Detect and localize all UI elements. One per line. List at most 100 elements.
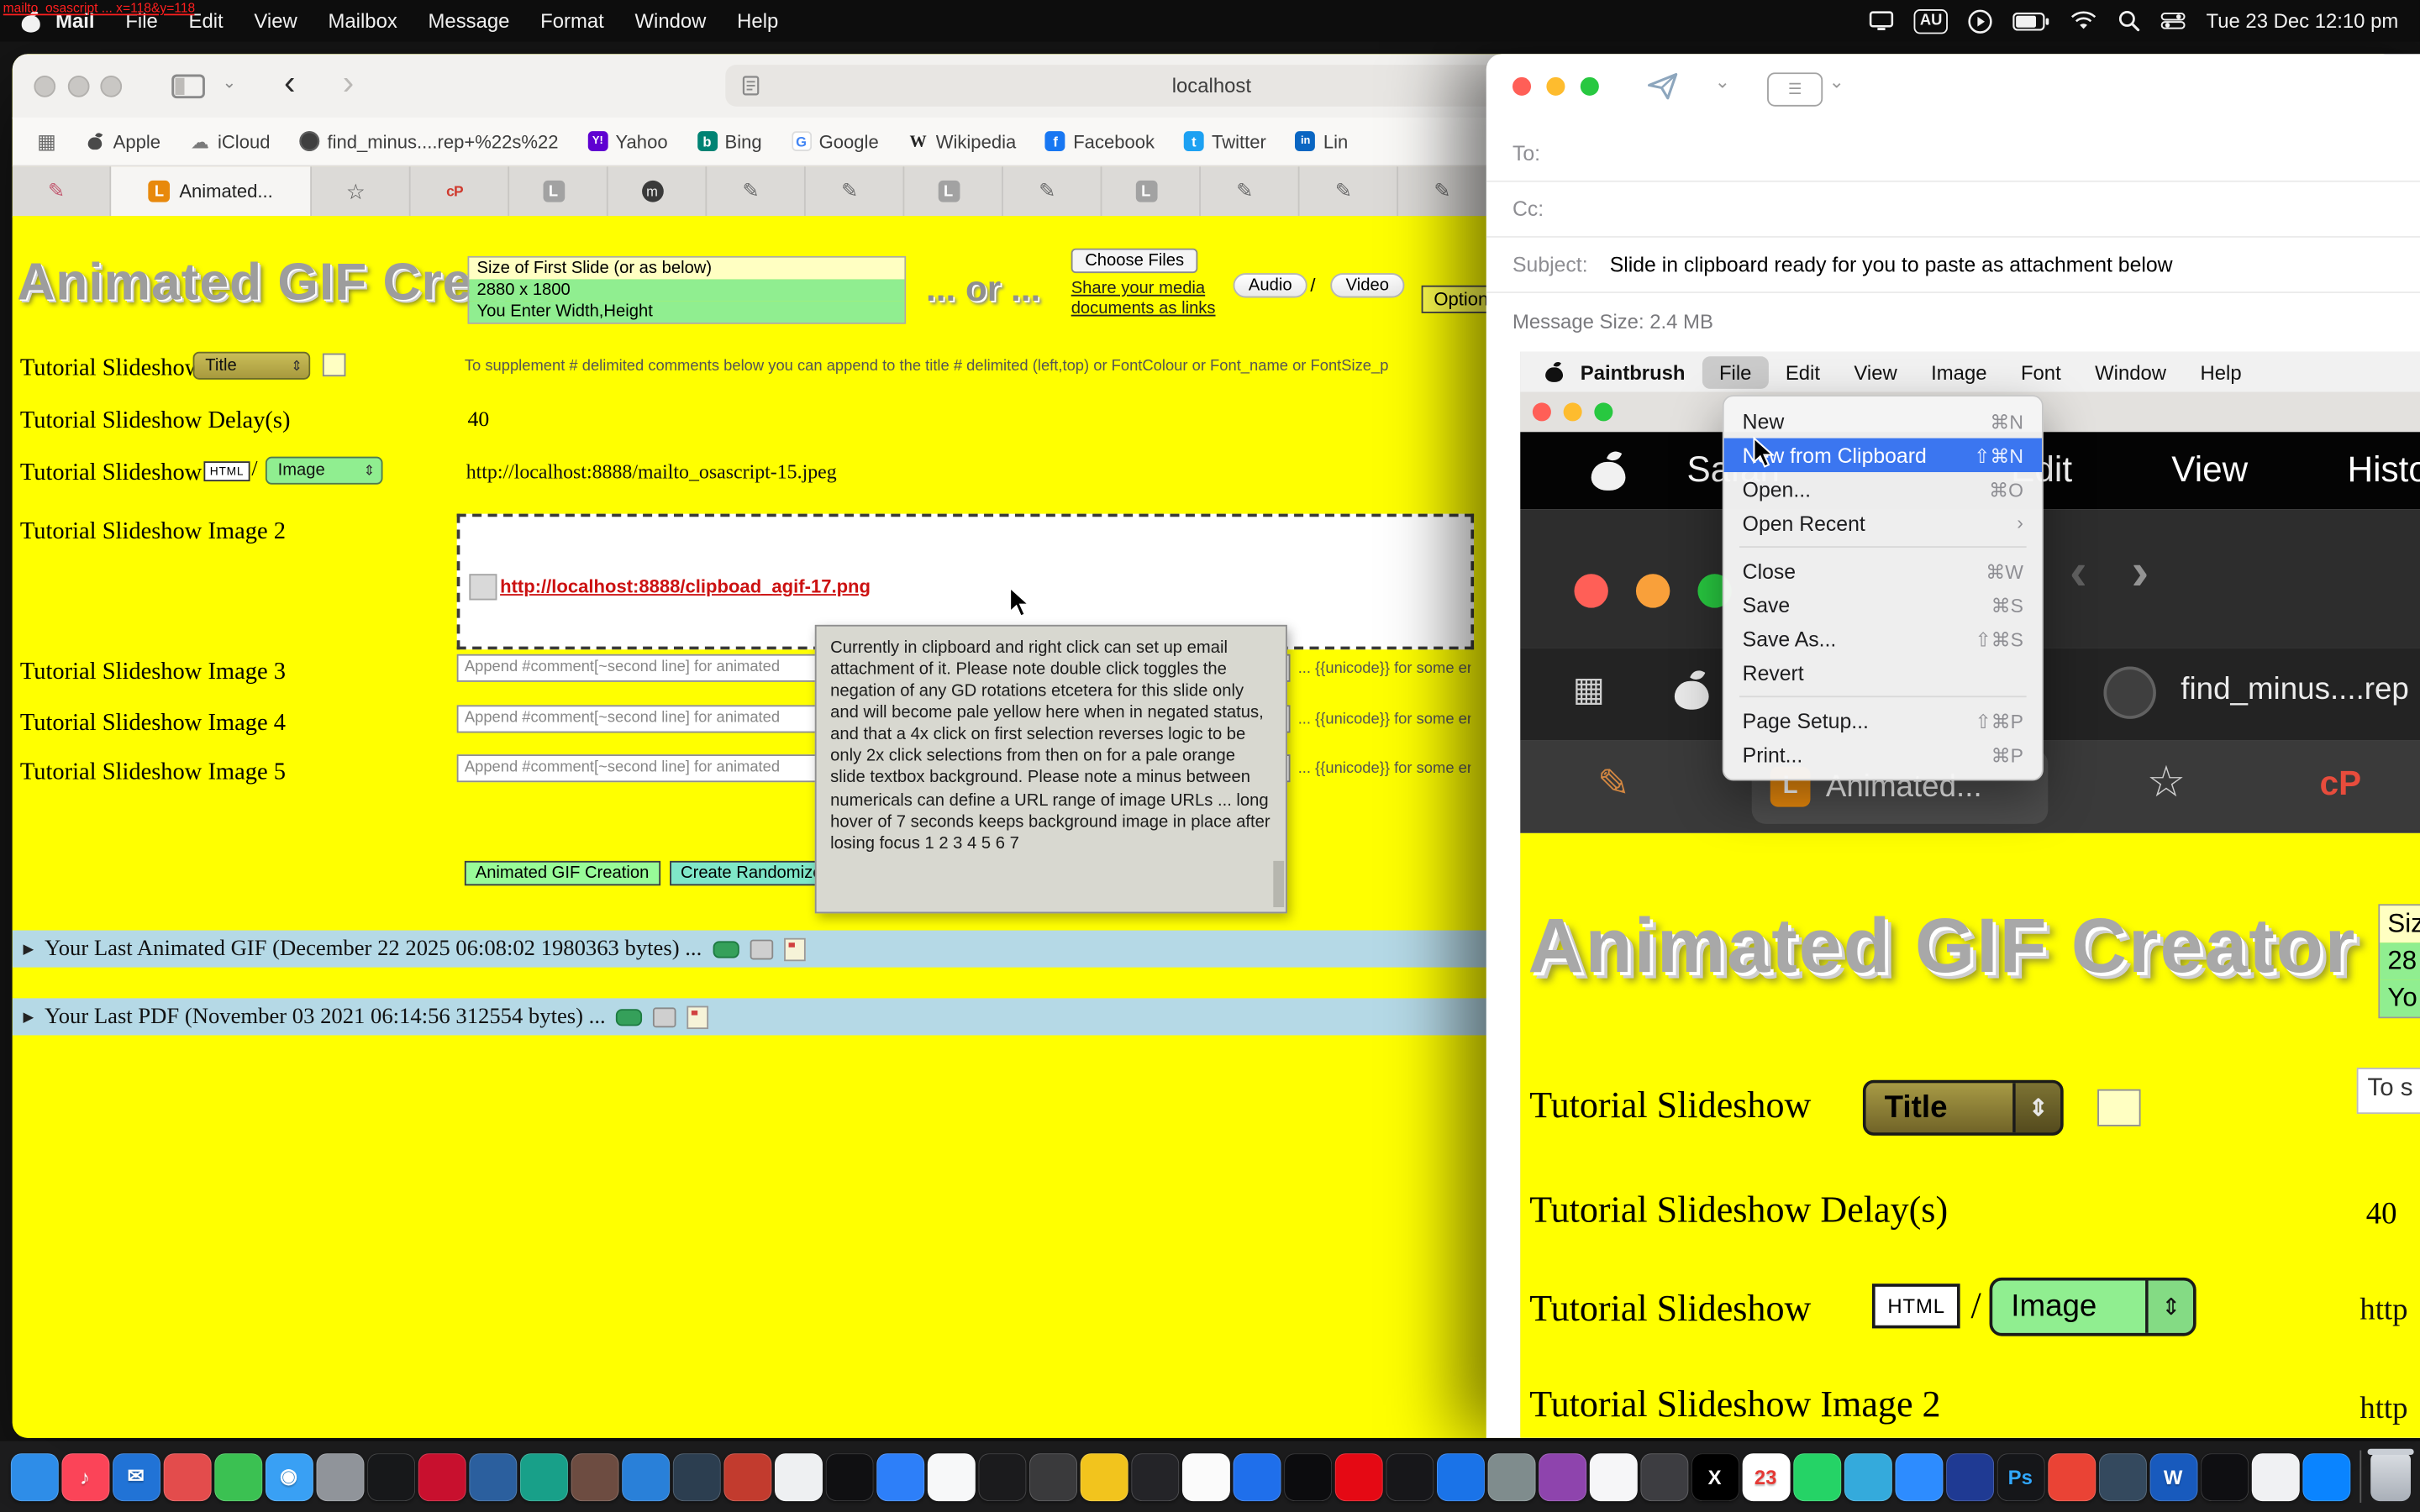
dock-icon[interactable]: X [1691,1452,1739,1500]
bookmark-item[interactable]: iCloud [190,130,271,152]
play-status-icon[interactable] [1969,8,1993,33]
dock-icon[interactable]: W [2149,1452,2197,1500]
bookmark-item[interactable]: Facebook [1045,130,1155,152]
dock-icon[interactable] [1436,1452,1484,1500]
dock-icon[interactable] [1334,1452,1382,1500]
dock-icon[interactable] [571,1452,618,1500]
menu-item[interactable]: View [239,9,313,33]
browser-tab[interactable] [1201,166,1300,216]
choose-files-button[interactable]: Choose Files [1071,249,1198,273]
dock-icon[interactable] [1792,1452,1840,1500]
browser-tab[interactable] [509,166,608,216]
format-chevron-icon[interactable]: ⌄ [1829,71,1844,92]
dock-icon[interactable] [825,1452,873,1500]
title-select[interactable]: Title ⇕ [193,352,311,380]
dock-icon[interactable]: 23 [1742,1452,1790,1500]
dock-icon[interactable] [316,1452,364,1500]
create-randomize-button[interactable]: Create Randomize [670,861,833,885]
minimize-button[interactable] [68,76,90,97]
color-swatch[interactable] [323,354,346,377]
size-hint[interactable]: You Enter Width,Height [469,301,904,323]
cc-field[interactable] [1564,194,2420,225]
status-pill-icon[interactable] [713,940,739,957]
browser-tab[interactable] [904,166,1003,216]
dock-icon[interactable] [2302,1452,2349,1500]
dock-icon[interactable] [1538,1452,1586,1500]
bookmark-item[interactable]: Lin [1296,130,1348,152]
size-value[interactable]: 2880 x 1800 [469,279,904,301]
dock-icon[interactable] [1028,1452,1076,1500]
menu-item[interactable]: Message [413,9,525,33]
browser-tab[interactable] [1003,166,1102,216]
dock-icon[interactable] [468,1452,516,1500]
dock-icon[interactable] [2200,1452,2248,1500]
dock-icon[interactable] [978,1452,1026,1500]
zoom-button[interactable] [100,76,122,97]
format-pane-button[interactable]: ☰ [1767,72,1823,106]
dock-icon[interactable] [2047,1452,2095,1500]
animated-gif-creation-button[interactable]: Animated GIF Creation [465,861,660,885]
search-icon[interactable] [2118,9,2142,33]
camera-icon[interactable] [654,1006,677,1026]
bookmark-item[interactable]: Google [792,130,879,152]
trash-icon[interactable] [2370,1452,2410,1500]
html-button[interactable]: HTML [203,461,250,481]
send-chevron-icon[interactable]: ⌄ [1715,71,1730,92]
dock-icon[interactable] [774,1452,822,1500]
dock-icon[interactable] [2251,1452,2299,1500]
dock-icon[interactable] [621,1452,669,1500]
browser-tab[interactable] [1300,166,1399,216]
dock-icon[interactable] [10,1452,58,1500]
dock-icon[interactable] [1233,1452,1281,1500]
dock-icon[interactable] [163,1452,211,1500]
bookmark-item[interactable]: Yahoo [587,130,667,152]
dock-icon[interactable] [1181,1452,1229,1500]
dock-icon[interactable] [1385,1452,1433,1500]
bookmarks-grid-icon[interactable]: ▦ [37,129,56,153]
attachment-image[interactable]: PaintbrushFileEditViewImageFontWindowHel… [1520,352,2420,1438]
display-status-icon[interactable] [1869,11,1893,31]
back-button[interactable]: ‹ [284,63,295,103]
browser-tab[interactable] [312,166,411,216]
close-button[interactable] [1512,77,1531,96]
bookmark-item[interactable]: Bing [697,130,761,152]
video-button[interactable]: Video [1330,273,1404,297]
menu-item[interactable]: Window [619,9,722,33]
menubar-clock[interactable]: Tue 23 Dec 12:10 pm [2207,9,2399,33]
sidebar-chevron-icon[interactable]: ⌄ [222,72,236,92]
dock-icon[interactable] [1895,1452,1943,1500]
audio-button[interactable]: Audio [1234,273,1307,297]
to-field[interactable] [1564,139,2420,170]
dock-icon[interactable] [1487,1452,1535,1500]
dock-icon[interactable] [672,1452,720,1500]
dock-icon[interactable] [927,1452,975,1500]
dock-icon[interactable] [366,1452,414,1500]
send-button[interactable] [1647,72,1680,100]
browser-tab[interactable] [13,166,112,216]
note-icon[interactable] [687,1005,709,1029]
close-button[interactable] [34,76,55,97]
share-media-link[interactable]: Share your media documents as links [1071,279,1232,318]
dock-icon[interactable] [1080,1452,1128,1500]
forward-button[interactable]: › [343,63,354,103]
minimize-button[interactable] [1546,77,1565,96]
browser-tab[interactable] [1398,166,1497,216]
camera-icon[interactable] [750,939,773,959]
dock-icon[interactable]: ✉ [112,1452,160,1500]
slideshow-url[interactable]: http://localhost:8888/mailto_osascript-1… [466,459,837,484]
browser-tab[interactable] [707,166,806,216]
browser-tab[interactable] [1102,166,1201,216]
dock-icon[interactable] [1283,1452,1331,1500]
image-select[interactable]: Image ⇕ [266,457,383,485]
dock-icon[interactable] [1844,1452,1891,1500]
bookmark-item[interactable]: find_minus....rep+%22s%22 [299,130,558,152]
dock-icon[interactable] [876,1452,923,1500]
sidebar-toggle-icon[interactable] [171,74,205,98]
control-center-icon[interactable] [2161,13,2186,29]
menu-item[interactable]: Help [722,9,794,33]
menu-item[interactable]: Mailbox [313,9,413,33]
bookmark-item[interactable]: Twitter [1184,130,1266,152]
dock-icon[interactable] [1640,1452,1688,1500]
clipboard-image-link[interactable]: http://localhost:8888/clipboad_agif-17.p… [500,575,871,597]
dock-icon[interactable] [1945,1452,1993,1500]
